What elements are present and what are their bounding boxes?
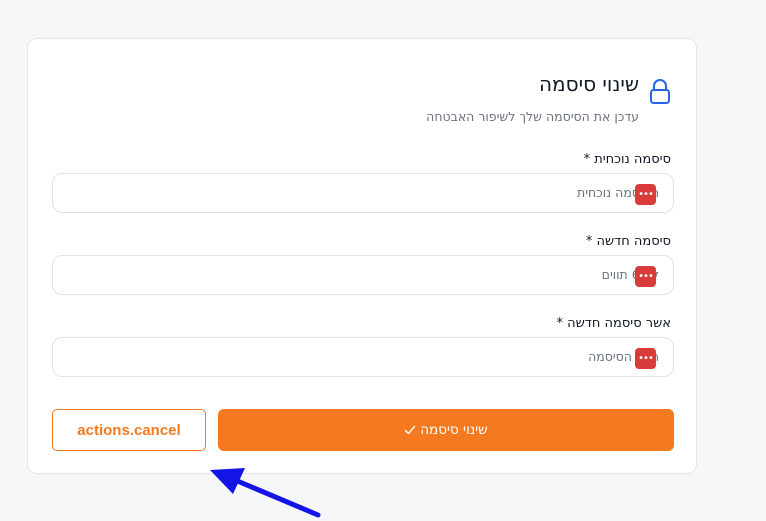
new-password-input[interactable]: לת 6 תווים •••	[52, 255, 674, 295]
new-password-label: סיסמה חדשה *	[585, 234, 671, 249]
confirm-password-label: אשר סיסמה חדשה *	[556, 316, 671, 331]
change-password-button-label: שינוי סיסמה	[420, 422, 488, 438]
confirm-password-input[interactable]: העל הסיסמה •••	[52, 337, 674, 377]
password-manager-icon[interactable]: •••	[635, 184, 656, 205]
page-subtitle: עדכן את הסיסמה שלך לשיפור האבטחה	[426, 109, 639, 124]
page-title: שינוי סיסמה	[538, 72, 639, 96]
change-password-button[interactable]: שינוי סיסמה	[218, 409, 674, 451]
current-password-input[interactable]: הסיסמה נוכחית •••	[52, 173, 674, 213]
change-password-card: שינוי סיסמה עדכן את הסיסמה שלך לשיפור הא…	[27, 38, 697, 474]
password-manager-icon[interactable]: •••	[635, 348, 656, 369]
check-icon	[405, 425, 416, 435]
password-manager-icon[interactable]: •••	[635, 266, 656, 287]
cancel-button[interactable]: actions.cancel	[52, 409, 206, 451]
card-header: שינוי סיסמה עדכן את הסיסמה שלך לשיפור הא…	[426, 69, 671, 124]
annotation-arrow-icon	[210, 468, 321, 518]
lock-icon	[650, 79, 670, 104]
current-password-label: סיסמה נוכחית *	[583, 152, 671, 167]
